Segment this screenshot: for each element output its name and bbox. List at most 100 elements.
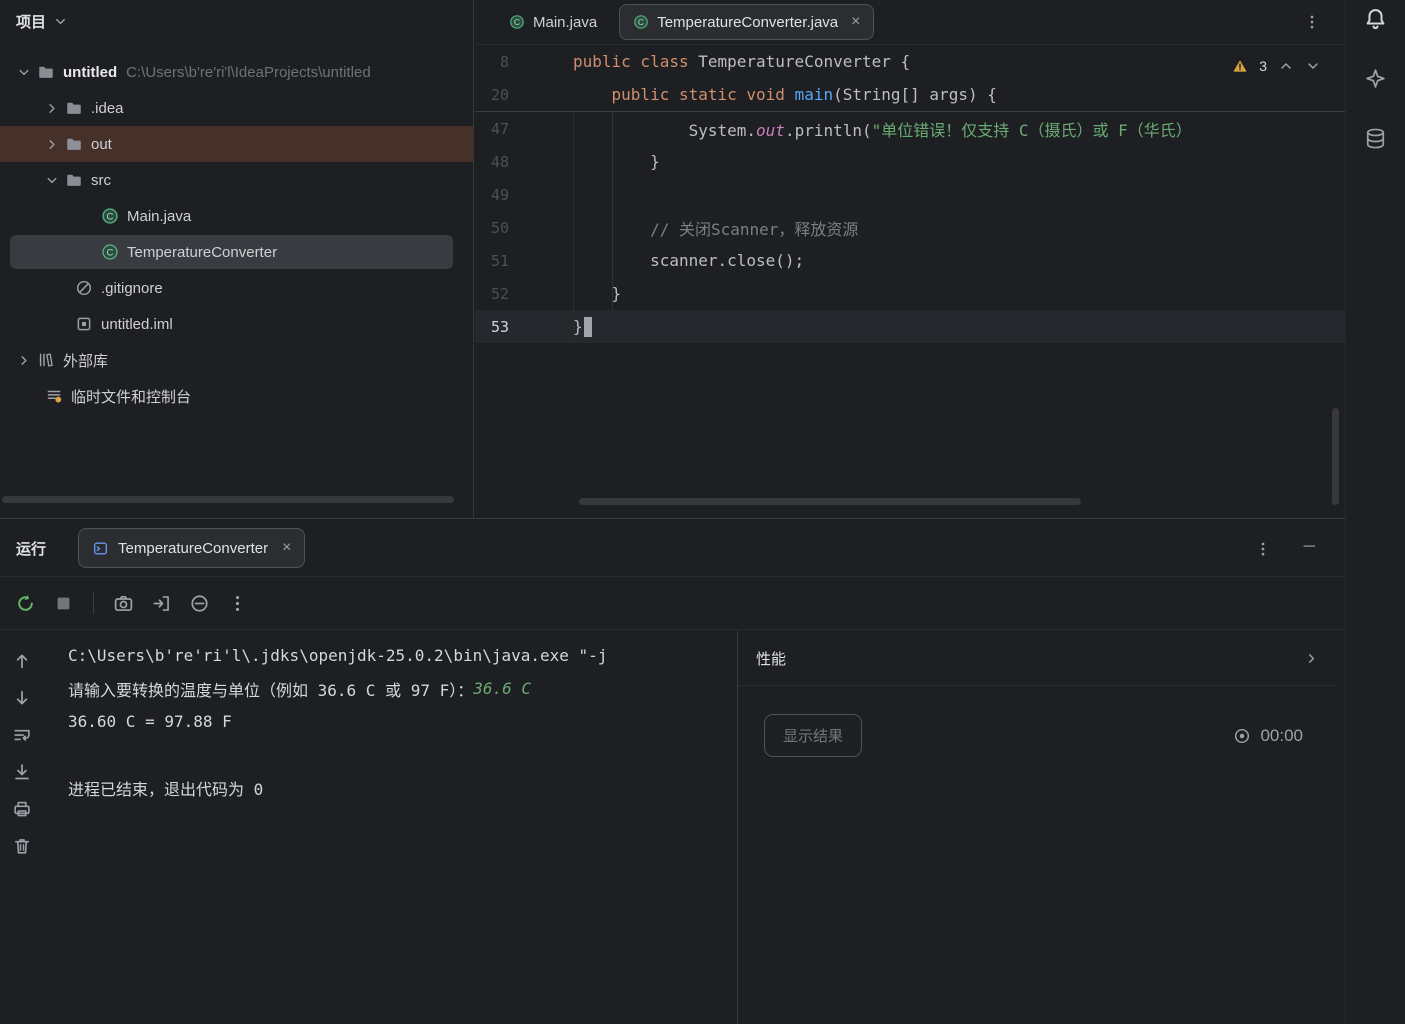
svg-text:C: C bbox=[107, 247, 114, 258]
tree-item-main-java-file[interactable]: CMain.java bbox=[0, 198, 473, 234]
chevron-down-icon[interactable] bbox=[12, 65, 36, 80]
performance-panel: 性能 显示结果 00:00 bbox=[737, 631, 1337, 1024]
tree-item-project-root[interactable]: untitledC:\Users\b're'ri'l\IdeaProjects\… bbox=[0, 54, 473, 90]
project-tree: untitledC:\Users\b're'ri'l\IdeaProjects\… bbox=[0, 42, 473, 414]
ai-assistant-icon[interactable] bbox=[1364, 67, 1387, 90]
camera-button[interactable] bbox=[113, 593, 134, 614]
code-region: 8public class TemperatureConverter {20 p… bbox=[475, 45, 1345, 343]
code-text: } bbox=[573, 284, 621, 303]
tree-item-label: untitled bbox=[63, 64, 117, 81]
svg-text:C: C bbox=[514, 17, 520, 27]
run-toolbar bbox=[0, 577, 1345, 630]
rerun-button[interactable] bbox=[15, 593, 36, 614]
more-icon[interactable] bbox=[1254, 540, 1272, 558]
tree-item-temperature-converter-file[interactable]: C TemperatureConverter bbox=[0, 234, 473, 270]
chevron-down-icon[interactable] bbox=[53, 14, 68, 29]
tree-item-label: 临时文件和控制台 bbox=[71, 386, 191, 407]
horizontal-scrollbar[interactable] bbox=[2, 496, 454, 503]
code-line-53[interactable]: 53} bbox=[475, 310, 1345, 343]
code-line-52[interactable]: 52 } bbox=[475, 277, 1345, 310]
project-panel-title[interactable]: 项目 bbox=[16, 11, 46, 32]
notifications-bell-icon[interactable] bbox=[1364, 7, 1387, 30]
performance-title: 性能 bbox=[756, 648, 786, 669]
more-icon[interactable] bbox=[1303, 13, 1321, 31]
chevron-right-icon[interactable] bbox=[1304, 651, 1319, 666]
code-text: scanner.close(); bbox=[573, 251, 804, 270]
tree-item-external-libraries[interactable]: 外部库 bbox=[0, 342, 473, 378]
code-text: // 关闭Scanner，释放资源 bbox=[573, 216, 858, 240]
code-line-48[interactable]: 48 } bbox=[475, 145, 1345, 178]
code-line-20[interactable]: 20 public static void main(String[] args… bbox=[475, 78, 1345, 111]
performance-header: 性能 bbox=[738, 631, 1337, 686]
minimize-icon[interactable]: ─ bbox=[1304, 538, 1315, 556]
close-icon[interactable]: × bbox=[851, 14, 860, 30]
database-icon[interactable] bbox=[1364, 127, 1387, 150]
stop-button[interactable] bbox=[53, 593, 74, 614]
class-icon: C bbox=[633, 14, 649, 30]
code-line-47[interactable]: 47 System.out.println("单位错误！仅支持 C（摄氏）或 F… bbox=[475, 112, 1345, 145]
console-line: C:\Users\b're'ri'l\.jdks\openjdk-25.0.2\… bbox=[68, 639, 728, 672]
line-number: 53 bbox=[475, 318, 573, 336]
svg-text:C: C bbox=[107, 211, 114, 222]
line-number: 20 bbox=[475, 86, 573, 104]
code-line-51[interactable]: 51 scanner.close(); bbox=[475, 244, 1345, 277]
ignored-icon bbox=[74, 279, 94, 297]
prev-occurrence-button[interactable] bbox=[12, 651, 32, 671]
show-results-button[interactable]: 显示结果 bbox=[764, 714, 862, 757]
tree-item-out-folder[interactable]: out bbox=[0, 126, 473, 162]
code-lines: 47 System.out.println("单位错误！仅支持 C（摄氏）或 F… bbox=[475, 112, 1345, 343]
tree-item-idea-folder[interactable]: .idea bbox=[0, 90, 473, 126]
scroll-to-end-button[interactable] bbox=[12, 762, 32, 782]
code-line-50[interactable]: 50 // 关闭Scanner，释放资源 bbox=[475, 211, 1345, 244]
warning-icon bbox=[1232, 58, 1248, 74]
clear-console-button[interactable] bbox=[12, 836, 32, 856]
chevron-down-icon[interactable] bbox=[1305, 58, 1321, 74]
console-line: 36.60 C = 97.88 F bbox=[68, 705, 728, 738]
code-text: public static void main(String[] args) { bbox=[573, 85, 997, 104]
line-number: 51 bbox=[475, 252, 573, 270]
editor-area: CMain.javaCTemperatureConverter.java× 8p… bbox=[475, 0, 1345, 518]
run-tab[interactable]: TemperatureConverter × bbox=[78, 528, 305, 568]
chevron-right-icon[interactable] bbox=[40, 137, 64, 152]
no-entry-button[interactable] bbox=[189, 593, 210, 614]
inspections-widget[interactable]: 3 bbox=[1232, 58, 1321, 74]
more-options-button[interactable] bbox=[227, 593, 248, 614]
editor-tabs: CMain.javaCTemperatureConverter.java× bbox=[495, 4, 882, 40]
chevron-right-icon[interactable] bbox=[12, 353, 36, 368]
code-text: System.out.println("单位错误！仅支持 C（摄氏）或 F（华氏… bbox=[573, 117, 1192, 141]
soft-wrap-button[interactable] bbox=[12, 725, 32, 745]
sticky-lines: 8public class TemperatureConverter {20 p… bbox=[475, 45, 1345, 112]
tree-item-untitled-iml-file[interactable]: untitled.iml bbox=[0, 306, 473, 342]
svg-text:C: C bbox=[638, 17, 644, 27]
tree-item-gitignore-file[interactable]: .gitignore bbox=[0, 270, 473, 306]
chevron-down-icon[interactable] bbox=[40, 173, 64, 188]
attach-button[interactable] bbox=[151, 593, 172, 614]
horizontal-scrollbar[interactable] bbox=[579, 498, 1081, 505]
class-icon: C bbox=[100, 243, 120, 261]
code-line-49[interactable]: 49 bbox=[475, 178, 1345, 211]
console-output[interactable]: C:\Users\b're'ri'l\.jdks\openjdk-25.0.2\… bbox=[68, 639, 728, 1024]
vertical-scrollbar[interactable] bbox=[1332, 408, 1339, 505]
run-panel-header: 运行 TemperatureConverter × ─ bbox=[0, 520, 1345, 577]
code-line-8[interactable]: 8public class TemperatureConverter { bbox=[475, 45, 1345, 78]
chevron-up-icon[interactable] bbox=[1278, 58, 1294, 74]
class-icon: C bbox=[100, 207, 120, 225]
project-panel-header: 项目 bbox=[0, 0, 473, 42]
editor-tab-main-java[interactable]: CMain.java bbox=[495, 4, 611, 40]
iml-icon bbox=[74, 315, 94, 333]
tree-item-scratches-and-consoles[interactable]: 临时文件和控制台 bbox=[0, 378, 473, 414]
run-content: C:\Users\b're'ri'l\.jdks\openjdk-25.0.2\… bbox=[0, 631, 1345, 1024]
tree-item-src-folder[interactable]: src bbox=[0, 162, 473, 198]
console-line bbox=[68, 738, 728, 771]
close-icon[interactable]: × bbox=[282, 540, 291, 556]
editor-tab-label: TemperatureConverter.java bbox=[657, 14, 838, 31]
performance-body: 显示结果 00:00 bbox=[738, 686, 1337, 757]
tree-item-label: TemperatureConverter bbox=[127, 244, 277, 261]
run-panel-title[interactable]: 运行 bbox=[16, 538, 46, 559]
print-button[interactable] bbox=[12, 799, 32, 819]
scratches-icon bbox=[44, 387, 64, 405]
editor-tab-temperatureconverter-java[interactable]: C TemperatureConverter.java × bbox=[619, 4, 874, 40]
chevron-right-icon[interactable] bbox=[40, 101, 64, 116]
next-occurrence-button[interactable] bbox=[12, 688, 32, 708]
console-line: 请输入要转换的温度与单位（例如 36.6 C 或 97 F）：36.6 C bbox=[68, 672, 728, 705]
